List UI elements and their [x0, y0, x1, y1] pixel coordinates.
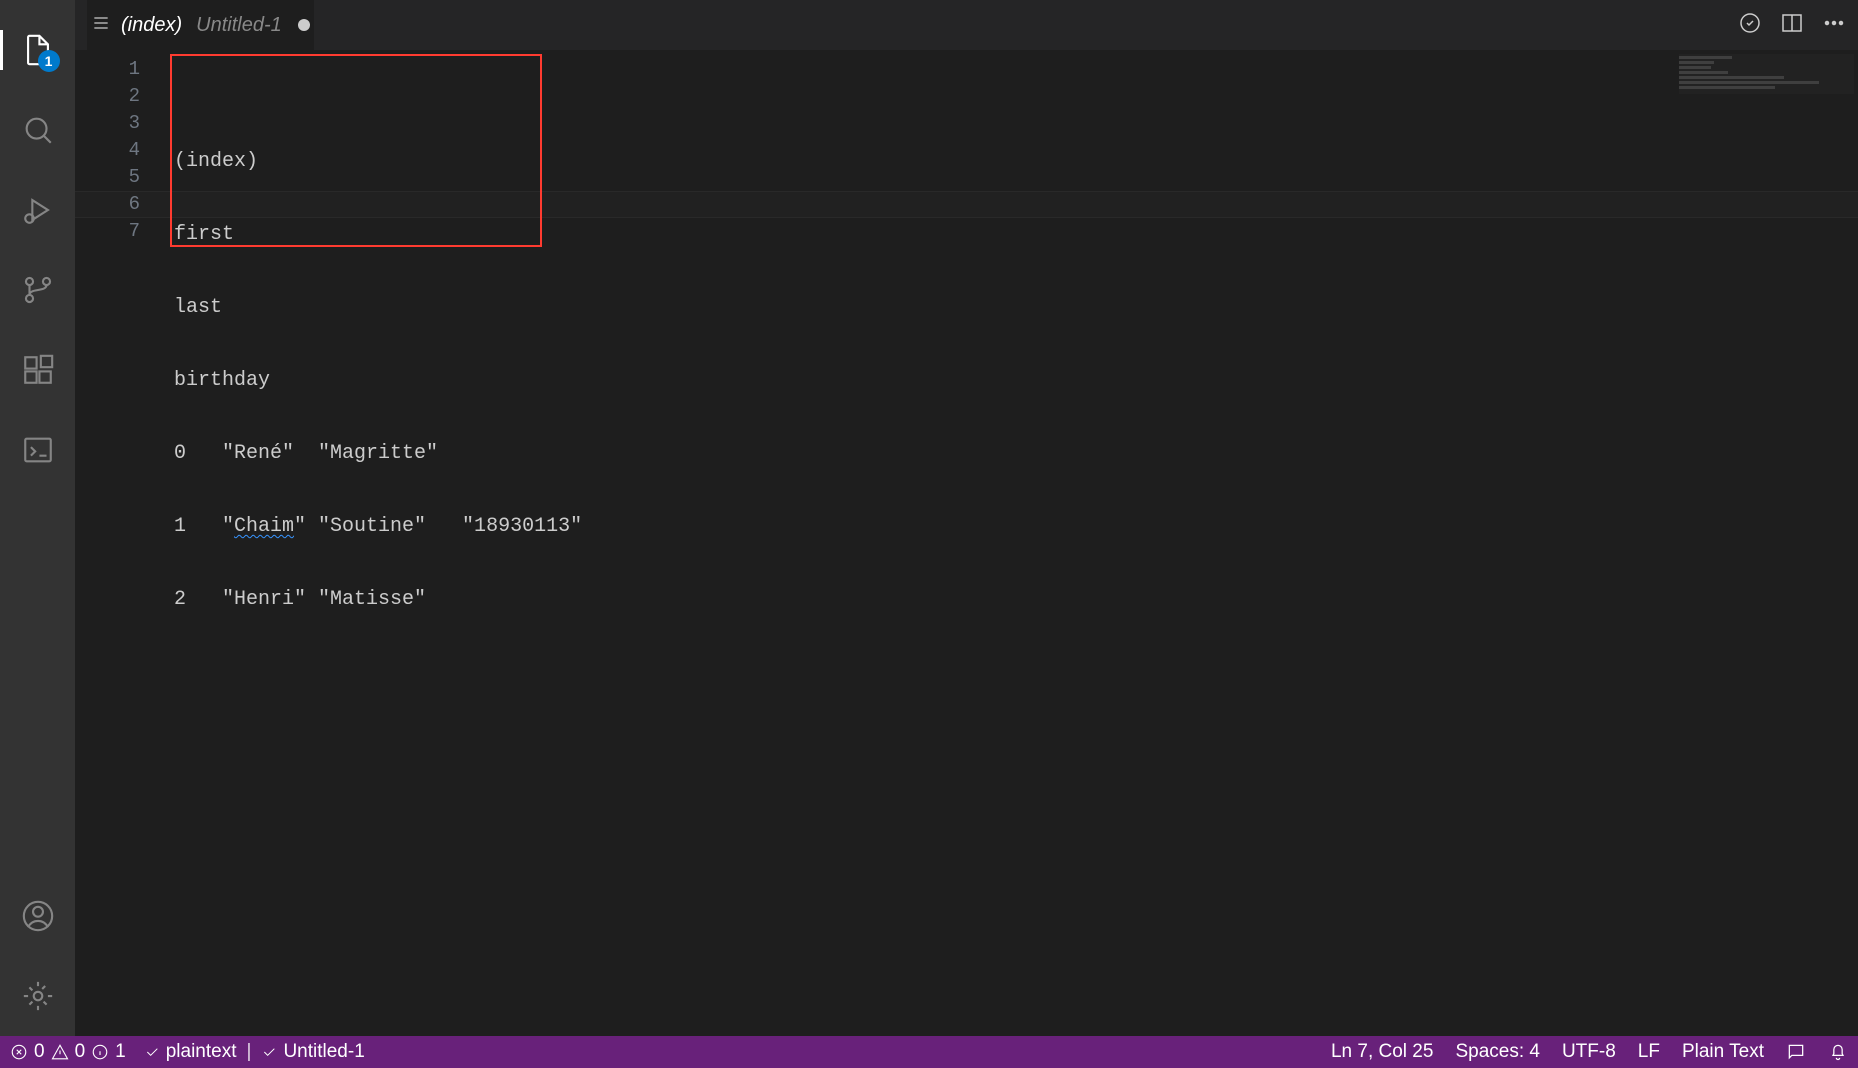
run-debug-tab[interactable] — [8, 180, 68, 240]
terminal-tab[interactable] — [8, 420, 68, 480]
list-icon — [91, 13, 111, 38]
encoding-button[interactable]: UTF-8 — [1562, 1041, 1616, 1063]
editor-actions — [1738, 11, 1846, 40]
editor-region: (index) Untitled-1 1 2 3 — [75, 0, 1858, 1036]
feedback-button[interactable] — [1786, 1042, 1806, 1062]
code-line: first — [170, 221, 1858, 248]
editor-tab[interactable]: (index) Untitled-1 — [87, 0, 314, 50]
ellipsis-icon — [1822, 11, 1846, 35]
tab-title: (index) — [121, 14, 182, 37]
git-branch-icon — [21, 273, 55, 307]
indentation-button[interactable]: Spaces: 4 — [1455, 1041, 1540, 1063]
cursor-position-button[interactable]: Ln 7, Col 25 — [1331, 1041, 1433, 1063]
activity-bar: 1 — [0, 0, 75, 1036]
search-icon — [21, 113, 55, 147]
code-line: last — [170, 294, 1858, 321]
more-actions-button[interactable] — [1822, 11, 1846, 40]
errors-count: 0 — [34, 1041, 45, 1063]
extensions-icon — [21, 353, 55, 387]
code-content[interactable]: (index) first last birthday 0 "René" "Ma… — [170, 50, 1858, 1036]
line-number: 2 — [75, 83, 170, 110]
accounts-button[interactable] — [8, 886, 68, 946]
line-number-gutter: 1 2 3 4 5 6 7 — [75, 50, 170, 1036]
notifications-button[interactable] — [1828, 1042, 1848, 1062]
line-number: 1 — [75, 56, 170, 83]
compare-button[interactable] — [1738, 11, 1762, 40]
code-line: 1 "Chaim" "Soutine" "18930113" — [170, 513, 1858, 540]
line-number: 7 — [75, 218, 170, 245]
check-icon — [261, 1044, 277, 1060]
code-line: birthday — [170, 367, 1858, 394]
eol-button[interactable]: LF — [1638, 1041, 1660, 1063]
extensions-tab[interactable] — [8, 340, 68, 400]
file-check-label: Untitled-1 — [283, 1041, 364, 1063]
tab-bar: (index) Untitled-1 — [75, 0, 1858, 50]
minimap[interactable] — [1679, 54, 1854, 94]
language-mode-button[interactable]: Plain Text — [1682, 1041, 1764, 1063]
account-icon — [21, 899, 55, 933]
current-line-highlight — [75, 191, 1858, 218]
settings-button[interactable] — [8, 966, 68, 1026]
line-number: 3 — [75, 110, 170, 137]
line-number: 5 — [75, 164, 170, 191]
explorer-badge: 1 — [38, 50, 60, 72]
line-number: 4 — [75, 137, 170, 164]
split-editor-button[interactable] — [1780, 11, 1804, 40]
lang-check-label: plaintext — [166, 1041, 237, 1063]
compare-icon — [1738, 11, 1762, 35]
warnings-count: 0 — [75, 1041, 86, 1063]
search-tab[interactable] — [8, 100, 68, 160]
problems-button[interactable]: 0 0 1 — [10, 1041, 126, 1063]
source-control-tab[interactable] — [8, 260, 68, 320]
explorer-tab[interactable]: 1 — [8, 20, 68, 80]
bell-icon — [1828, 1042, 1848, 1062]
line-number: 6 — [75, 191, 170, 218]
status-bar: 0 0 1 plaintext | Untitled-1 Ln 7, Col 2… — [0, 1036, 1858, 1068]
terminal-icon — [21, 433, 55, 467]
warning-icon — [51, 1043, 69, 1061]
spell-squiggle: Chaim — [234, 515, 294, 538]
code-line: 0 "René" "Magritte" — [170, 440, 1858, 467]
error-icon — [10, 1043, 28, 1061]
tab-subtitle: Untitled-1 — [196, 14, 282, 37]
play-bug-icon — [21, 193, 55, 227]
code-line: (index) — [170, 148, 1858, 175]
check-icon — [144, 1044, 160, 1060]
split-icon — [1780, 11, 1804, 35]
info-icon — [91, 1043, 109, 1061]
info-count: 1 — [115, 1041, 126, 1063]
language-status-button[interactable]: plaintext | Untitled-1 — [144, 1041, 365, 1063]
dirty-indicator-icon — [298, 19, 310, 31]
gear-icon — [21, 979, 55, 1013]
feedback-icon — [1786, 1042, 1806, 1062]
editor-body[interactable]: 1 2 3 4 5 6 7 (index) first last birthda… — [75, 50, 1858, 1036]
code-line: 2 "Henri" "Matisse" — [170, 586, 1858, 613]
main-area: 1 (index) — [0, 0, 1858, 1036]
